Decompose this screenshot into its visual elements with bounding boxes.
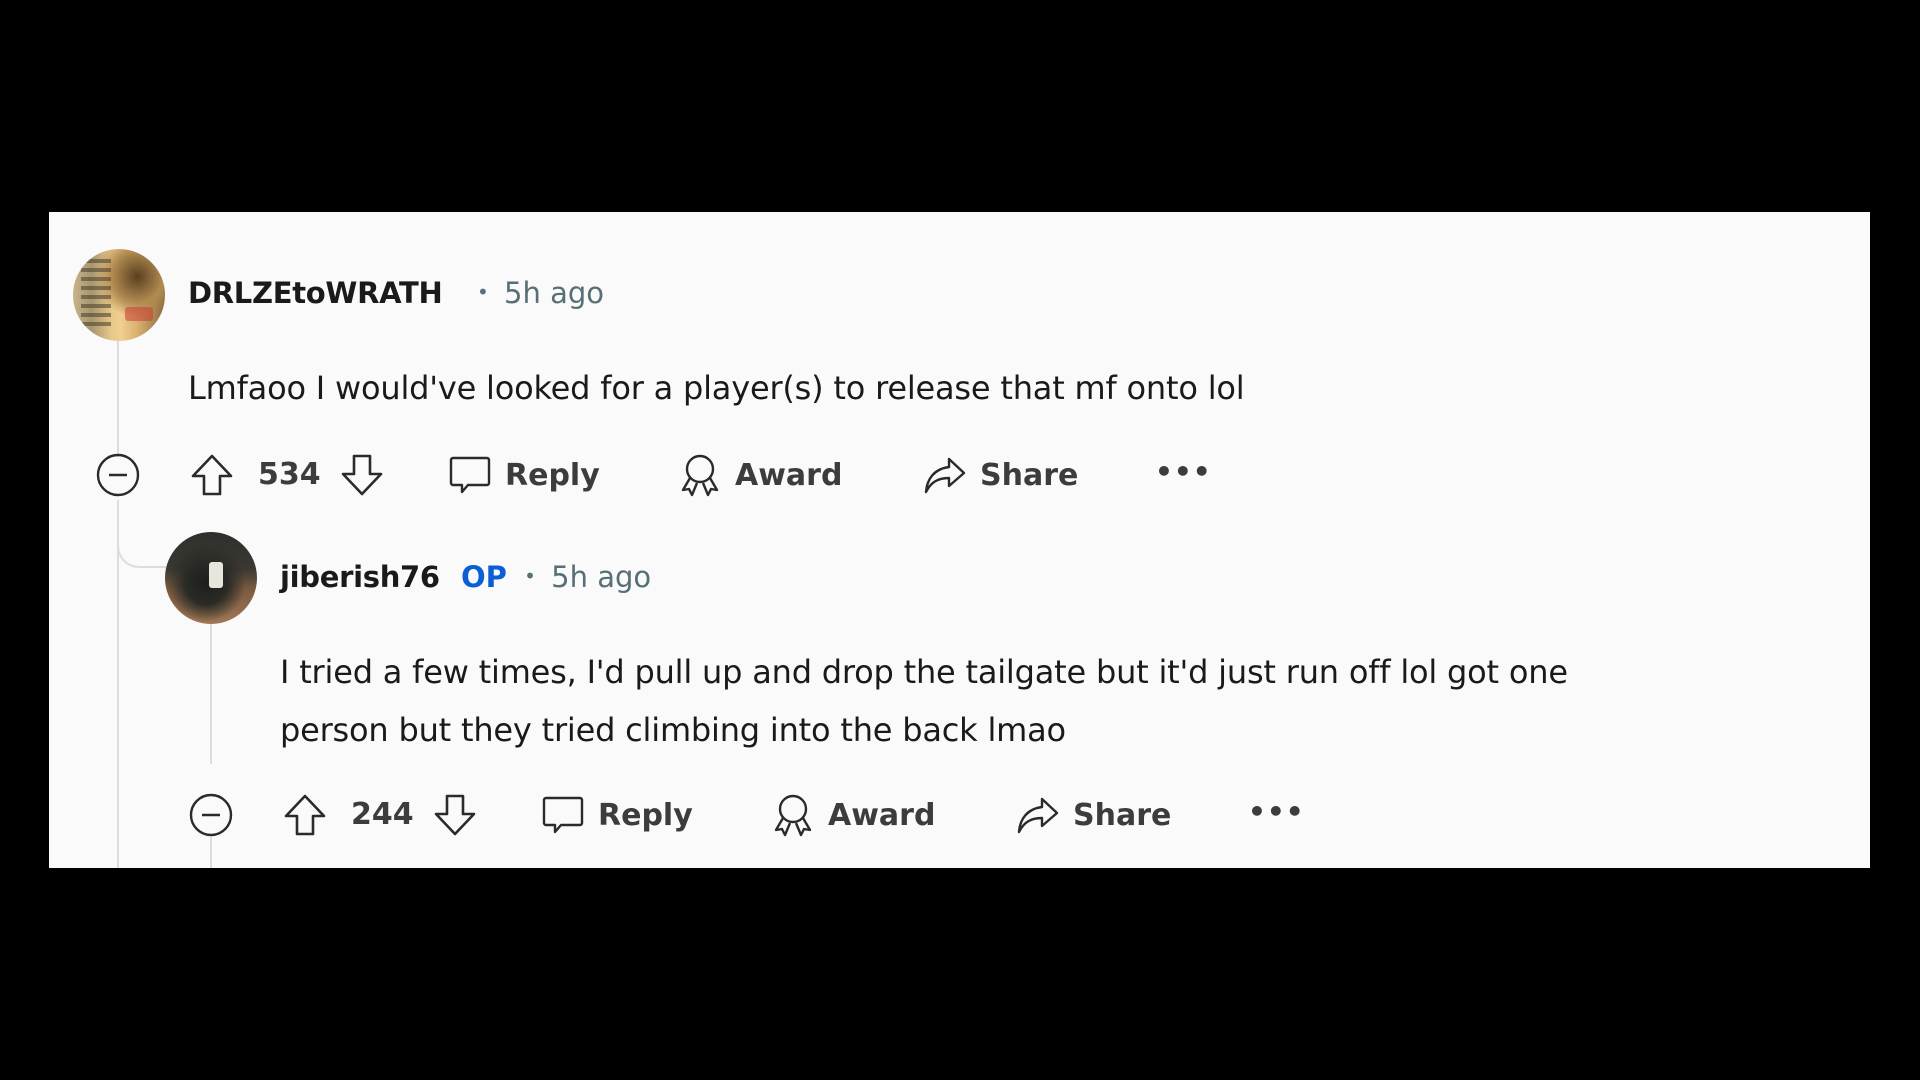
- reply-speech-bubble-icon: [449, 456, 491, 494]
- comment-author[interactable]: DRLZEtoWRATH: [188, 276, 443, 310]
- comment-body-line: person but they tried climbing into the …: [280, 711, 1066, 749]
- downvote-arrow-icon: [434, 794, 476, 836]
- award-label: Award: [828, 797, 936, 833]
- avatar-drlzetowrath[interactable]: [73, 249, 165, 341]
- reply-label: Reply: [505, 457, 600, 493]
- more-options-button[interactable]: •••: [1155, 450, 1212, 500]
- comment-actions: 244 Reply Award Share •••: [142, 790, 1542, 840]
- more-options-button[interactable]: •••: [1248, 790, 1305, 840]
- reply-button[interactable]: Reply: [447, 450, 600, 500]
- vote-score: 534: [258, 457, 321, 492]
- award-label: Award: [735, 457, 843, 493]
- share-label: Share: [980, 457, 1079, 493]
- collapse-circle-minus-icon: [189, 793, 233, 837]
- reply-label: Reply: [598, 797, 693, 833]
- award-button[interactable]: Award: [677, 450, 842, 500]
- award-ribbon-icon: [774, 794, 812, 837]
- comment-timestamp[interactable]: 5h ago: [551, 560, 651, 594]
- share-label: Share: [1073, 797, 1172, 833]
- reply-button[interactable]: Reply: [540, 790, 693, 840]
- comment-body-line: I tried a few times, I'd pull up and dro…: [280, 653, 1568, 691]
- comment-body: I tried a few times, I'd pull up and dro…: [280, 643, 1568, 759]
- thread-line-comment-2-lower: [210, 837, 212, 868]
- share-arrow-icon: [924, 457, 966, 494]
- share-button[interactable]: Share: [922, 450, 1078, 500]
- avatar-image-detail: [125, 307, 153, 321]
- avatar-image-detail: [81, 259, 111, 329]
- op-badge: OP: [461, 560, 507, 594]
- comment-timestamp[interactable]: 5h ago: [504, 276, 604, 310]
- meta-separator: •: [477, 280, 489, 304]
- thread-line-comment-2[interactable]: [210, 624, 212, 764]
- comment-body: Lmfaoo I would've looked for a player(s)…: [188, 369, 1245, 407]
- share-button[interactable]: Share: [1015, 790, 1171, 840]
- thread-branch-to-reply: [117, 522, 167, 568]
- vote-score: 244: [351, 797, 414, 832]
- comment-actions: 534 Reply Award Share •••: [49, 450, 1449, 500]
- reply-speech-bubble-icon: [542, 796, 584, 834]
- comment-meta: • 5h ago: [477, 276, 604, 310]
- downvote-button[interactable]: [432, 790, 478, 840]
- share-arrow-icon: [1017, 797, 1059, 834]
- upvote-arrow-icon: [284, 794, 326, 836]
- comment-meta: OP • 5h ago: [461, 560, 651, 594]
- collapse-thread-button[interactable]: [188, 790, 234, 840]
- comment-thread-card: DRLZEtoWRATH • 5h ago Lmfaoo I would've …: [49, 212, 1870, 868]
- award-button[interactable]: Award: [770, 790, 935, 840]
- award-ribbon-icon: [681, 454, 719, 497]
- upvote-button[interactable]: [282, 790, 328, 840]
- avatar-jiberish76[interactable]: [165, 532, 257, 624]
- collapse-thread-button[interactable]: [95, 450, 141, 500]
- collapse-circle-minus-icon: [96, 453, 140, 497]
- downvote-arrow-icon: [341, 454, 383, 496]
- meta-separator: •: [524, 564, 536, 588]
- comment-author[interactable]: jiberish76: [280, 560, 440, 594]
- upvote-arrow-icon: [191, 454, 233, 496]
- downvote-button[interactable]: [339, 450, 385, 500]
- avatar-image-detail: [209, 562, 223, 588]
- upvote-button[interactable]: [189, 450, 235, 500]
